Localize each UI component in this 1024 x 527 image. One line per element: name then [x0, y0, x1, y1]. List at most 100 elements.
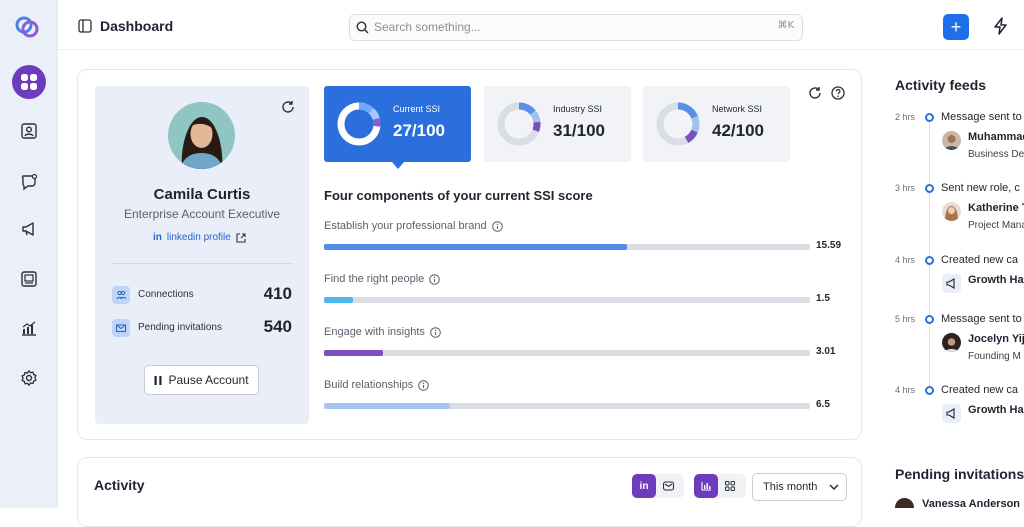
- component-fill: [324, 403, 451, 409]
- sidebar-item-contacts[interactable]: [12, 114, 46, 148]
- tile-value: 42/100: [712, 121, 764, 140]
- pending-invitation-name[interactable]: Vanessa Anderson: [922, 498, 1020, 508]
- period-select[interactable]: This month: [752, 473, 847, 501]
- feed-time: 4 hrs: [895, 255, 916, 265]
- tile-value: 27/100: [393, 121, 445, 140]
- info-icon[interactable]: [429, 273, 441, 285]
- mail-icon: [662, 481, 674, 491]
- sidebar-item-analytics[interactable]: [12, 311, 46, 345]
- app-logo[interactable]: [14, 14, 40, 40]
- external-link-icon: [236, 232, 246, 243]
- search-box[interactable]: ⌘K: [349, 14, 803, 41]
- feed-text: Message sent to: [941, 313, 1022, 325]
- email-toggle[interactable]: [656, 474, 680, 498]
- add-button[interactable]: +: [943, 14, 969, 40]
- pause-account-button[interactable]: Pause Account: [144, 365, 259, 395]
- connections-icon: [112, 286, 130, 304]
- component-value: 3.01: [816, 346, 836, 357]
- sidebar-item-campaigns[interactable]: [12, 212, 46, 246]
- activity-feeds-title: Activity feeds: [895, 77, 987, 93]
- sidebar-item-dashboard[interactable]: [12, 65, 46, 99]
- search-input[interactable]: [374, 20, 754, 34]
- search-icon: [356, 21, 369, 34]
- sidebar: [0, 0, 58, 508]
- timeline-dot: [925, 113, 934, 122]
- component-track: [324, 403, 810, 409]
- component-label: Establish your professional brand: [324, 220, 487, 232]
- tile-industry-ssi[interactable]: Industry SSI 31/100: [484, 86, 631, 162]
- divider: [111, 263, 293, 264]
- component-label: Engage with insights: [324, 326, 425, 338]
- tile-network-ssi[interactable]: Network SSI 42/100: [643, 86, 790, 162]
- grid-view-toggle[interactable]: [718, 474, 742, 498]
- period-value: This month: [763, 481, 818, 493]
- linkedin-profile-label: linkedin profile: [166, 232, 231, 243]
- search-shortcut: ⌘K: [777, 20, 794, 31]
- sidebar-item-inbox[interactable]: [12, 262, 46, 296]
- sidebar-item-messages[interactable]: [12, 165, 46, 199]
- component-track: [324, 297, 810, 303]
- feed-time: 3 hrs: [895, 183, 916, 193]
- grid-icon: [21, 74, 37, 90]
- component-value: 6.5: [816, 399, 830, 410]
- refresh-icon[interactable]: [281, 100, 295, 114]
- contact-card-icon: [21, 123, 37, 139]
- feed-time: 4 hrs: [895, 385, 916, 395]
- grid-icon: [725, 481, 735, 491]
- feed-name: Muhammad: [968, 131, 1024, 143]
- inbox-icon: [21, 271, 37, 287]
- lightning-icon[interactable]: [993, 17, 1009, 35]
- megaphone-icon: [942, 274, 961, 293]
- info-icon[interactable]: [491, 220, 503, 232]
- linkedin-icon: in: [153, 232, 162, 243]
- component-fill: [324, 350, 383, 356]
- feed-subtitle: Project Mana: [968, 220, 1024, 231]
- right-panel: Activity feeds 2 hrs Message sent to Muh…: [880, 50, 1024, 508]
- feed-name: Growth Ha: [968, 404, 1024, 416]
- info-icon[interactable]: [418, 379, 430, 391]
- tile-pointer: [392, 162, 404, 169]
- profile-panel: Camila Curtis Enterprise Account Executi…: [95, 86, 309, 424]
- timeline-dot: [925, 315, 934, 324]
- component-label: Build relationships: [324, 379, 414, 391]
- component-fill: [324, 297, 354, 303]
- linkedin-profile-link[interactable]: in linkedin profile: [153, 232, 246, 243]
- stat-label: Pending invitations: [138, 322, 222, 333]
- profile-name: Camila Curtis: [153, 186, 251, 203]
- stat-label: Connections: [138, 289, 194, 300]
- linkedin-toggle[interactable]: in: [632, 474, 656, 498]
- pause-icon: [154, 375, 162, 385]
- mail-icon: [112, 319, 130, 337]
- panel-toggle-icon[interactable]: [78, 19, 92, 33]
- feed-name: Katherine T: [968, 202, 1024, 214]
- pause-account-label: Pause Account: [168, 373, 249, 387]
- activity-card: Activity in This month: [77, 457, 862, 527]
- feed-text: Message sent to: [941, 111, 1022, 123]
- chat-bubble-icon: [21, 173, 38, 191]
- stat-pending-invitations: Pending invitations 540: [112, 317, 292, 339]
- feed-text: Created new ca: [941, 384, 1019, 396]
- timeline-dot: [925, 184, 934, 193]
- feed-name: Jocelyn Yij: [968, 333, 1024, 345]
- tile-value: 31/100: [553, 121, 605, 140]
- tile-label: Network SSI: [712, 104, 763, 114]
- feed-subtitle: Founding M: [968, 351, 1021, 362]
- feed-text: Sent new role, c: [941, 182, 1020, 194]
- avatar: [168, 102, 235, 169]
- tile-current-ssi[interactable]: Current SSI 27/100: [324, 86, 471, 162]
- bar-chart-icon: [700, 482, 711, 491]
- megaphone-icon: [942, 404, 961, 423]
- stat-connections: Connections 410: [112, 284, 292, 306]
- sidebar-item-settings[interactable]: [12, 361, 46, 395]
- avatar: [942, 131, 961, 150]
- activity-title: Activity: [94, 477, 145, 493]
- feed-text: Created new ca: [941, 254, 1019, 266]
- chart-view-toggle[interactable]: [694, 474, 718, 498]
- view-toggle: [694, 474, 746, 498]
- info-icon[interactable]: [430, 326, 441, 338]
- ssi-donut: [656, 102, 700, 146]
- refresh-icon[interactable]: [808, 86, 822, 100]
- tile-label: Industry SSI: [553, 104, 603, 114]
- help-icon[interactable]: [831, 86, 845, 100]
- avatar: [942, 333, 961, 352]
